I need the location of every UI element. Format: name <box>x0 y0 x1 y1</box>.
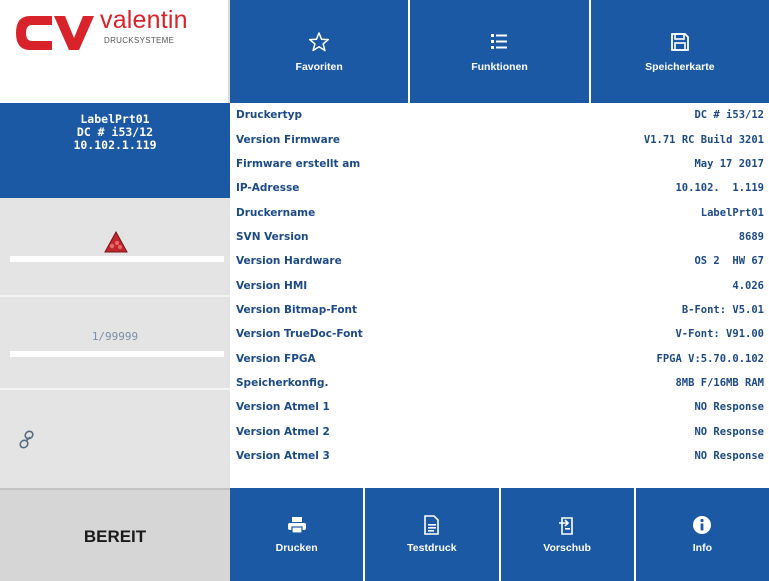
info-value: NO Response <box>694 401 764 414</box>
info-label: Speicherkonfig. <box>236 376 329 389</box>
counter-progress-bar <box>10 351 224 357</box>
info-row: Version Atmel 1 NO Response <box>230 395 769 419</box>
info-button[interactable]: Info <box>633 488 769 581</box>
print-label: Drucken <box>275 542 318 554</box>
list-icon <box>491 33 508 49</box>
info-row: Version FPGA FPGA V:5.70.0.102 <box>230 346 769 370</box>
info-value: DC # i53/12 <box>694 109 764 122</box>
memory-card-label: Speicherkarte <box>645 60 715 73</box>
logo-subtitle: DRUCKSYSTEME <box>104 36 175 45</box>
info-row: Druckertyp DC # i53/12 <box>230 103 769 127</box>
info-value: V1.71 RC Build 3201 <box>643 133 764 146</box>
functions-label: Funktionen <box>471 60 528 73</box>
floppy-icon <box>670 32 689 51</box>
info-row: Version Firmware V1.71 RC Build 3201 <box>230 127 769 151</box>
info-value: OS 2 HW 67 <box>694 255 764 268</box>
job-counter: 1/99999 <box>91 330 139 343</box>
warning-triangle-icon[interactable] <box>104 231 128 253</box>
info-value: 4.026 <box>732 279 764 292</box>
feed-icon <box>559 517 573 535</box>
feed-button[interactable]: Vorschub <box>498 488 634 581</box>
info-row: Druckername LabelPrt01 <box>230 200 769 224</box>
info-label: Version FPGA <box>236 352 316 365</box>
info-value: B-Font: V5.01 <box>681 303 764 316</box>
info-label: Druckertyp <box>236 109 302 122</box>
info-label: Version Bitmap-Font <box>236 303 358 316</box>
printer-icon <box>287 517 306 534</box>
info-row: Version Hardware OS 2 HW 67 <box>230 249 769 273</box>
info-label: Druckername <box>236 206 316 219</box>
info-row: SVN Version 8689 <box>230 225 769 249</box>
info-label: Version Atmel 1 <box>236 401 330 414</box>
info-row: Version TrueDoc-Font V-Font: V91.00 <box>230 322 769 346</box>
star-icon <box>309 31 330 51</box>
test-print-label: Testdruck <box>407 542 457 554</box>
info-row: Version Atmel 3 NO Response <box>230 444 769 468</box>
info-row: Version Atmel 2 NO Response <box>230 419 769 443</box>
info-value: V-Font: V91.00 <box>675 328 764 341</box>
favorites-button[interactable]: Favoriten <box>230 0 409 103</box>
info-label: IP-Adresse <box>236 182 300 195</box>
memory-card-button[interactable]: Speicherkarte <box>588 0 769 103</box>
ready-status: BEREIT <box>0 488 230 581</box>
info-label: Info <box>692 542 712 554</box>
bottom-toolbar: Drucken Testdruck Vorschub Info <box>230 488 769 581</box>
info-value: FPGA V:5.70.0.102 <box>656 352 764 365</box>
printer-ip: 10.102.1.119 <box>73 138 157 152</box>
functions-button[interactable]: Funktionen <box>408 0 589 103</box>
info-value: May 17 2017 <box>694 157 764 170</box>
cv-logo-icon <box>16 16 94 50</box>
printer-summary: LabelPrt01 DC # i53/12 10.102.1.119 <box>0 103 230 198</box>
info-value: 8689 <box>738 230 764 243</box>
info-label: Version Hardware <box>236 255 342 268</box>
test-print-icon <box>424 515 439 535</box>
logo: valentin DRUCKSYSTEME <box>0 0 230 103</box>
info-icon <box>693 516 712 534</box>
info-row: Speicherkonfig. 8MB F/16MB RAM <box>230 371 769 395</box>
info-row: IP-Adresse 10.102. 1.119 <box>230 176 769 200</box>
link-icon[interactable] <box>17 429 37 451</box>
logo-name: valentin <box>100 6 188 34</box>
progress-bar <box>10 256 224 262</box>
info-row: Version HMI 4.026 <box>230 273 769 297</box>
info-value: NO Response <box>694 449 764 462</box>
info-row: Version Bitmap-Font B-Font: V5.01 <box>230 298 769 322</box>
top-toolbar: Favoriten Funktionen Speicherkarte <box>230 0 769 103</box>
test-print-button[interactable]: Testdruck <box>363 488 499 581</box>
feed-label: Vorschub <box>543 542 591 554</box>
printer-info-table: Druckertyp DC # i53/12 Version Firmware V1… <box>230 103 769 488</box>
info-label: Firmware erstellt am <box>236 157 361 170</box>
info-label: Version TrueDoc-Font <box>236 328 363 341</box>
status-area: 1/99999 <box>0 198 230 488</box>
info-label: SVN Version <box>236 230 309 243</box>
info-label: Version Atmel 2 <box>236 425 330 438</box>
info-label: Version Atmel 3 <box>236 449 330 462</box>
divider <box>0 388 230 390</box>
info-value: 10.102. 1.119 <box>675 182 764 195</box>
info-label: Version HMI <box>236 279 308 292</box>
info-label: Version Firmware <box>236 133 341 146</box>
info-value: 8MB F/16MB RAM <box>675 376 764 389</box>
favorites-label: Favoriten <box>295 60 343 73</box>
info-row: Firmware erstellt am May 17 2017 <box>230 152 769 176</box>
info-value: LabelPrt01 <box>700 206 764 219</box>
print-button[interactable]: Drucken <box>230 488 364 581</box>
divider <box>0 295 230 297</box>
info-value: NO Response <box>694 425 764 438</box>
left-panel: valentin DRUCKSYSTEME LabelPrt01 DC # i5… <box>0 0 230 581</box>
